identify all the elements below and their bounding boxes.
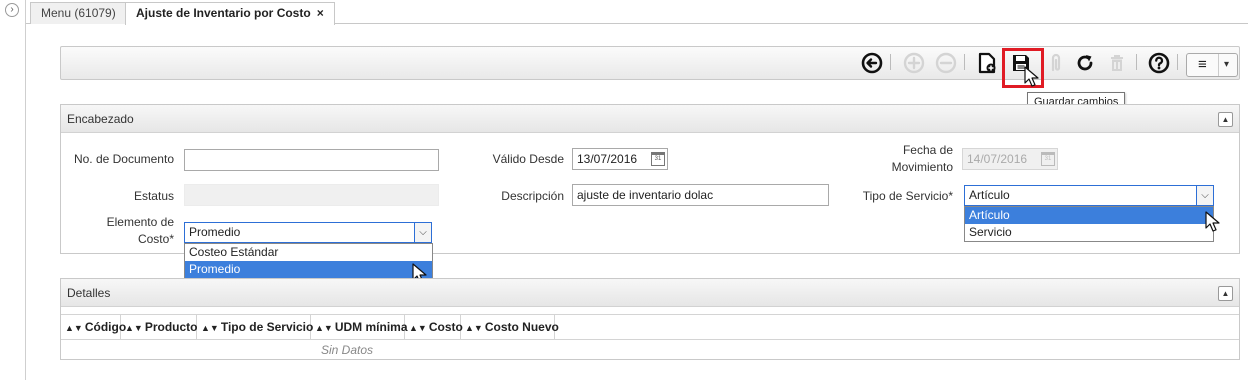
chevron-down-icon: ▾ [1224,59,1230,70]
column-label: Tipo de Servicio [220,320,314,334]
column-header-codigo[interactable]: ▲▼ Código [61,314,126,340]
fecha-movimiento-label-line1: Fecha de [902,143,953,157]
tab-label: Menu (61079) [41,6,116,20]
sort-icon: ▲▼ [125,323,143,333]
remove-record-icon[interactable] [935,52,957,74]
tipo-servicio-select[interactable]: Artículo [964,185,1197,206]
delete-icon[interactable] [1106,52,1128,74]
descripcion-input[interactable]: ajuste de inventario dolac [572,184,829,206]
column-label: Código [84,320,127,334]
empty-grid-text: Sin Datos [321,343,374,357]
toolbar-separator [1177,54,1178,70]
menu-divider [1218,54,1219,76]
dropdown-option[interactable]: Artículo [965,207,1213,224]
column-label: Costo [428,320,463,334]
help-icon[interactable] [1148,52,1170,74]
sort-icon: ▲▼ [315,323,333,333]
column-header-udm-minima[interactable]: ▲▼ UDM mínima [311,314,408,340]
collapse-panel-icon[interactable]: ▲ [1218,286,1233,301]
tipo-servicio-label: Tipo de Servicio* [862,189,953,203]
dropdown-option[interactable]: Costeo Estándar [185,244,432,261]
elemento-costo-label-line2: Costo* [137,232,174,246]
estatus-input [184,184,439,206]
elemento-costo-select[interactable]: Promedio [184,222,415,243]
column-header-costo-nuevo[interactable]: ▲▼ Costo Nuevo [461,314,559,340]
calendar-icon[interactable]: 31 [651,152,665,166]
valido-desde-value: 13/07/2016 [577,152,638,166]
encabezado-header: Encabezado ▲ [61,105,1239,133]
list-icon: ≡ [1198,56,1207,73]
toolbar-separator [964,54,965,70]
column-header-tipo-servicio[interactable]: ▲▼ Tipo de Servicio [197,314,314,340]
dropdown-option[interactable]: Promedio [185,261,432,278]
encabezado-title: Encabezado [67,112,134,126]
dropdown-option[interactable]: Servicio [965,224,1213,241]
expand-sidebar-icon[interactable]: › [5,3,19,17]
sort-icon: ▲▼ [201,323,219,333]
no-documento-input[interactable] [184,149,439,171]
chevron-down-icon[interactable]: ⌵ [414,222,432,243]
new-document-icon[interactable] [976,52,998,74]
detalles-header: Detalles ▲ [61,279,1239,307]
toolbar-separator [1136,54,1137,70]
estatus-label: Estatus [133,189,174,203]
toolbar-separator [890,54,891,70]
tab-menu[interactable]: Menu (61079) [30,2,127,24]
close-tab-icon[interactable]: × [317,6,324,20]
no-documento-label: No. de Documento [73,152,174,166]
tab-label: Ajuste de Inventario por Costo [136,6,311,20]
tab-ajuste-inventario[interactable]: Ajuste de Inventario por Costo × [125,2,335,25]
attach-icon[interactable] [1045,52,1067,74]
detalles-panel: Detalles ▲ ▲▼ Código ▲▼ Producto ▲▼ Tipo de… [60,278,1240,360]
column-label: UDM mínima [334,320,408,334]
refresh-icon[interactable] [1074,52,1096,74]
elemento-costo-label: Elemento de Costo* [60,214,174,248]
sort-icon: ▲▼ [65,323,83,333]
column-label: Costo Nuevo [484,320,559,334]
descripcion-label: Descripción [501,189,564,203]
detalles-grid: ▲▼ Código ▲▼ Producto ▲▼ Tipo de Servicio ▲… [61,314,1239,358]
fecha-movimiento-value: 14/07/2016 [967,152,1028,166]
fecha-movimiento-label-line2: Movimiento [891,160,953,174]
mouse-cursor-icon [1205,211,1220,232]
add-record-icon[interactable] [903,52,925,74]
more-menu-button[interactable]: ≡ ▾ [1186,53,1238,77]
tipo-servicio-dropdown: Artículo Servicio [964,206,1214,242]
column-label: Producto [144,320,198,334]
back-arrow-icon[interactable] [861,52,883,74]
column-header-producto[interactable]: ▲▼ Producto [121,314,198,340]
sort-icon: ▲▼ [409,323,427,333]
fecha-movimiento-label: Fecha de Movimiento [840,142,953,176]
elemento-costo-dropdown: Costeo Estándar Promedio [184,243,433,279]
detalles-title: Detalles [67,286,111,300]
collapse-panel-icon[interactable]: ▲ [1218,112,1233,127]
chevron-down-icon[interactable]: ⌵ [1196,185,1214,206]
valido-desde-label: Válido Desde [492,152,564,166]
calendar-icon: 31 [1041,152,1055,166]
elemento-costo-label-line1: Elemento de [106,215,174,229]
sort-icon: ▲▼ [465,323,483,333]
column-header-costo[interactable]: ▲▼ Costo [405,314,463,340]
mouse-cursor-icon [1024,66,1039,87]
left-gutter: › [0,0,26,380]
